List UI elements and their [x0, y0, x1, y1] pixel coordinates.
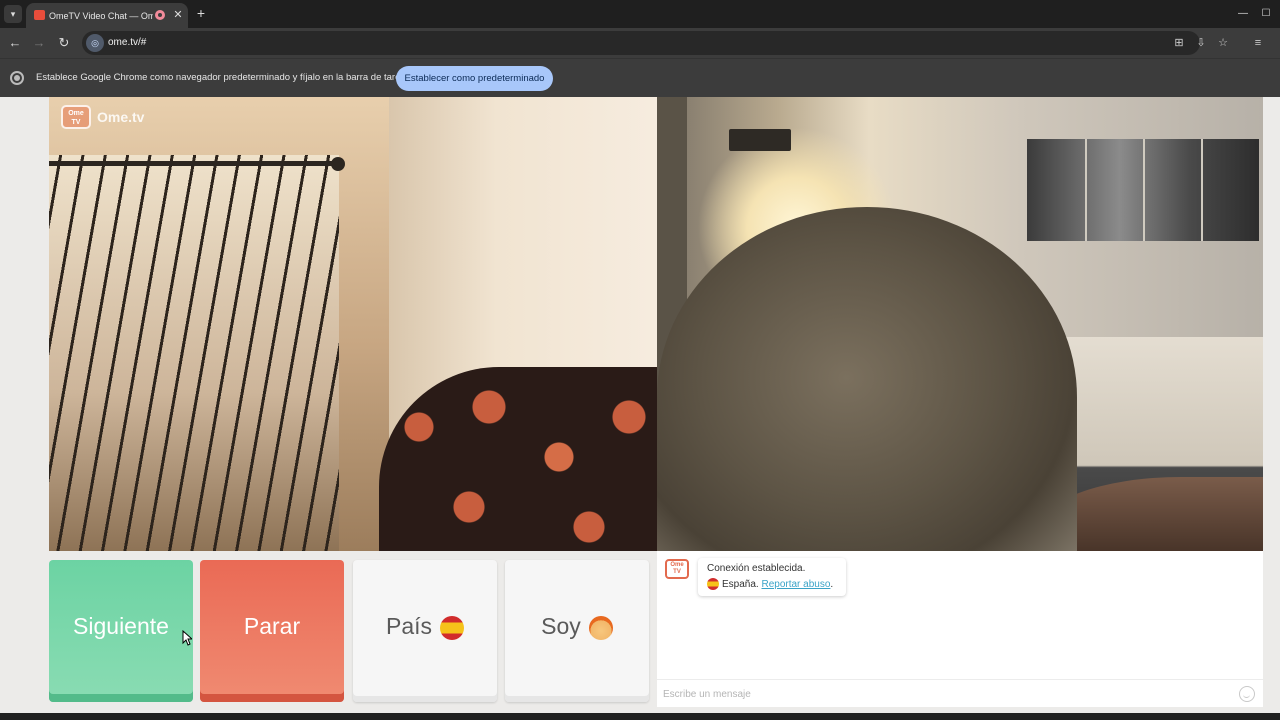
tab-search-icon[interactable]: ≡: [1250, 34, 1266, 52]
curtain: [49, 155, 339, 551]
set-default-button[interactable]: Establecer como predeterminado: [396, 66, 553, 91]
maximize-icon[interactable]: ☐: [1258, 6, 1274, 22]
report-abuse-link[interactable]: Reportar abuso: [761, 579, 830, 590]
infobar-message: Establece Google Chrome como navegador p…: [36, 72, 411, 83]
report-suffix: .: [830, 579, 834, 590]
system-message: Conexión establecida. España. Reportar a…: [698, 558, 846, 596]
stop-button-label: Parar: [243, 613, 301, 639]
curtain-rod-finial: [331, 157, 345, 171]
gender-button[interactable]: Soy: [505, 560, 649, 702]
curtain-rod: [49, 161, 339, 166]
floral-shirt: [379, 367, 657, 551]
address-bar[interactable]: ◎ ome.tv/#: [82, 31, 1200, 55]
tab-strip: ▾ OmeTV Video Chat — Ome ✕ + — ☐: [0, 0, 1280, 28]
message-input[interactable]: [663, 684, 1223, 704]
tab-close-icon[interactable]: ✕: [171, 7, 185, 23]
reload-icon[interactable]: ↻: [55, 34, 73, 52]
site-info-icon[interactable]: ◎: [86, 34, 104, 52]
partner-country: España.: [722, 579, 759, 590]
emoji-smile-icon[interactable]: [1239, 686, 1255, 702]
ometv-favicon-icon: [34, 10, 45, 20]
browser-tab[interactable]: OmeTV Video Chat — Ome ✕: [26, 3, 188, 28]
back-icon[interactable]: ←: [6, 34, 24, 52]
chrome-icon: [10, 71, 24, 85]
next-button-label: Siguiente: [73, 613, 169, 639]
install-icon[interactable]: ⇩: [1193, 34, 1209, 52]
logo-text: Ome.tv: [97, 109, 145, 125]
local-video: Ome TV Ome.tv: [49, 97, 657, 551]
minimize-icon[interactable]: —: [1235, 6, 1251, 22]
boy-emoji-icon: [588, 615, 613, 640]
chat-panel: Ome TV Conexión establecida. España. Rep…: [657, 551, 1263, 707]
tab-list-icon[interactable]: ▾: [4, 5, 22, 23]
poster-divider: [1143, 139, 1145, 241]
mouse-cursor-icon: [182, 630, 192, 646]
country-button[interactable]: País: [353, 560, 497, 702]
country-button-content: País: [353, 612, 497, 640]
spain-flag-icon: [707, 578, 719, 591]
forward-icon[interactable]: →: [30, 34, 48, 52]
tab-title: OmeTV Video Chat — Ome: [49, 11, 153, 21]
connection-status: Conexión establecida.: [707, 563, 806, 574]
ometv-chat-avatar-icon: Ome TV: [665, 559, 689, 579]
wall-lamp: [729, 129, 791, 151]
new-tab-button[interactable]: +: [193, 5, 209, 21]
bookmark-star-icon[interactable]: ☆: [1215, 34, 1231, 52]
recording-indicator-icon: [155, 10, 165, 20]
browser-toolbar: ← → ↻ ◎ ome.tv/# ⊞ ⇩ ☆ ≡: [0, 28, 1280, 58]
country-button-label: País: [385, 613, 433, 639]
gender-button-content: Soy: [505, 612, 649, 640]
translate-icon[interactable]: ⊞: [1171, 34, 1187, 52]
url-text[interactable]: ome.tv/#: [108, 35, 146, 51]
os-taskbar: [0, 713, 1280, 720]
default-browser-infobar: Establece Google Chrome como navegador p…: [0, 58, 1280, 97]
ometv-logo-icon: Ome TV: [61, 105, 91, 129]
ometv-page: Ome TV Ome.tv Siguiente Parar País Soy O…: [0, 97, 1280, 713]
remote-video: [657, 97, 1263, 551]
stop-button[interactable]: Parar: [200, 560, 344, 702]
gender-button-label: Soy: [541, 613, 581, 639]
spain-flag-icon: [440, 615, 465, 640]
poster-divider: [1085, 139, 1087, 241]
country-line: España. Reportar abuso.: [707, 578, 833, 592]
next-button[interactable]: Siguiente: [49, 560, 193, 702]
poster-divider: [1201, 139, 1203, 241]
chat-input-bar: [657, 679, 1263, 707]
